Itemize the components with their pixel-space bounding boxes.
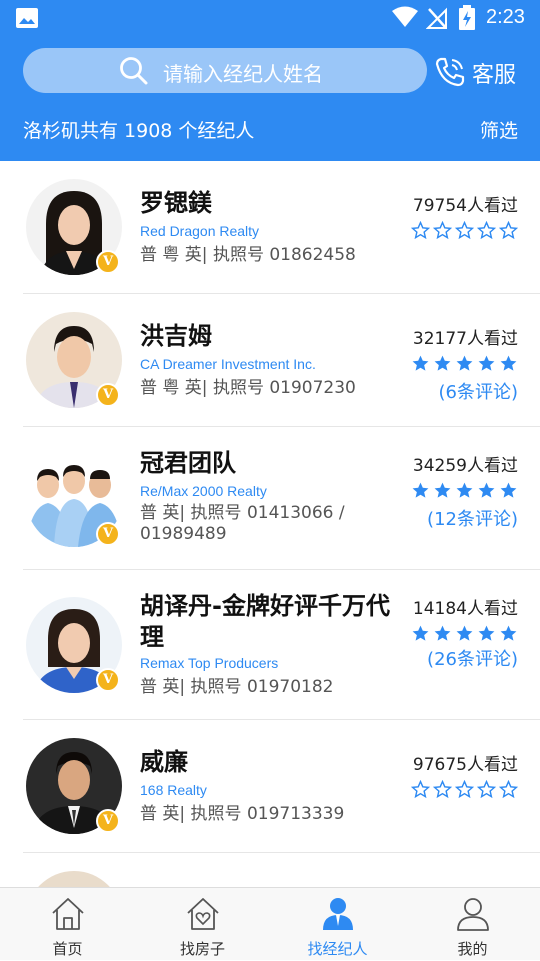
- star-icon: [411, 221, 430, 240]
- no-signal-icon: [426, 7, 447, 29]
- agent-row[interactable]: V 罗锶鎂 Red Dragon Realty 普 粤 英| 执照号 01862…: [23, 161, 540, 294]
- star-icon: [456, 355, 473, 371]
- service-label: 客服: [472, 63, 517, 88]
- search-placeholder: 请输入经纪人姓名: [163, 62, 323, 86]
- agent-company: CA Dreamer Investment Inc.: [140, 356, 316, 372]
- agent-name: 冠君团队: [140, 449, 236, 477]
- star-icon: [499, 780, 518, 799]
- agent-name: 罗锶鎂: [140, 189, 212, 217]
- star-icon: [433, 221, 452, 240]
- view-count: 32177人看过: [412, 329, 518, 349]
- review-count[interactable]: (6条评论): [439, 378, 519, 404]
- rating-stars: [411, 354, 518, 373]
- star-icon: [434, 482, 451, 498]
- customer-service-button[interactable]: 客服: [434, 55, 524, 89]
- status-time: 2:23: [486, 6, 525, 28]
- star-icon: [477, 221, 496, 240]
- star-icon: [455, 780, 474, 799]
- status-bar: 2:23: [0, 0, 540, 36]
- star-icon: [412, 625, 429, 641]
- rating-stars: [411, 481, 518, 500]
- agent-row[interactable]: V 洪吉姆 CA Dreamer Investment Inc. 普 粤 英| …: [23, 294, 540, 427]
- agent-license: 普 粤 英| 执照号 01907230: [140, 378, 356, 398]
- verified-badge: V: [96, 809, 120, 833]
- star-icon: [477, 780, 496, 799]
- agent-name: 威廉: [140, 748, 188, 776]
- star-icon: [478, 482, 495, 498]
- agent-company: Remax Top Producers: [140, 655, 279, 671]
- filter-button[interactable]: 筛选: [480, 116, 518, 143]
- star-icon: [455, 221, 474, 240]
- tab-profile[interactable]: 我的: [405, 888, 540, 961]
- agent-license: 普 英| 执照号 01970182: [140, 677, 334, 697]
- wifi-icon: [392, 6, 418, 27]
- search-input[interactable]: 请输入经纪人姓名: [23, 48, 427, 93]
- agent-license: 普 英| 执照号 01413066 / 01989489: [140, 503, 345, 544]
- agent-name: 洪吉姆: [140, 322, 212, 350]
- star-icon: [499, 221, 518, 240]
- rating-stars: [411, 624, 518, 643]
- star-icon: [456, 625, 473, 641]
- star-icon: [500, 482, 517, 498]
- star-icon: [500, 355, 517, 371]
- rating-stars: [411, 221, 518, 240]
- tab-find-house[interactable]: 找房子: [135, 888, 270, 961]
- search-icon: [120, 57, 148, 85]
- phone-icon: [435, 57, 465, 87]
- star-icon: [412, 355, 429, 371]
- agent-row[interactable]: V 冠君团队 Re/Max 2000 Realty 普 英| 执照号 01413…: [23, 427, 540, 570]
- star-icon: [478, 355, 495, 371]
- star-icon: [434, 625, 451, 641]
- verified-badge: V: [96, 668, 120, 692]
- view-count: 34259人看过: [412, 456, 518, 476]
- agent-company: Red Dragon Realty: [140, 223, 260, 239]
- view-count: 97675人看过: [412, 755, 518, 775]
- review-count[interactable]: (12条评论): [427, 505, 518, 531]
- tab-label: 首页: [52, 940, 83, 958]
- star-icon: [500, 625, 517, 641]
- star-icon: [478, 625, 495, 641]
- tab-label: 找房子: [179, 940, 225, 958]
- verified-badge: V: [96, 250, 120, 274]
- agent-row[interactable]: V 威廉 168 Realty 普 英| 执照号 019713339 97675…: [23, 720, 540, 853]
- star-icon: [434, 355, 451, 371]
- agent-company: Re/Max 2000 Realty: [140, 483, 267, 499]
- tab-home[interactable]: 首页: [0, 888, 135, 961]
- agent-license: 普 粤 英| 执照号 01862458: [140, 245, 356, 265]
- view-count: 79754人看过: [412, 196, 518, 216]
- profile-icon: [456, 898, 489, 931]
- battery-charging-icon: [459, 5, 475, 30]
- star-icon: [412, 482, 429, 498]
- rating-stars: [411, 780, 518, 799]
- agent-company: 168 Realty: [140, 782, 207, 798]
- agent-license: 普 英| 执照号 019713339: [140, 804, 345, 824]
- house-heart-icon: [186, 898, 219, 930]
- agent-icon: [322, 898, 353, 930]
- home-icon: [51, 898, 84, 930]
- agent-count: 洛杉矶共有 1908 个经纪人: [23, 120, 255, 142]
- tab-label: 我的: [457, 940, 488, 958]
- agent-row[interactable]: V 胡译丹-金牌好评千万代理 Remax Top Producers 普 英| …: [23, 570, 540, 720]
- star-icon: [433, 780, 452, 799]
- star-icon: [456, 482, 473, 498]
- verified-badge: V: [96, 522, 120, 546]
- agent-name: 胡译丹-金牌好评千万代理: [140, 592, 390, 651]
- review-count[interactable]: (26条评论): [427, 645, 518, 671]
- star-icon: [411, 780, 430, 799]
- header: 2:23 请输入经纪人姓名 客服 洛杉矶共有 1908 个经纪人 筛选: [0, 0, 540, 161]
- verified-badge: V: [96, 383, 120, 407]
- tab-label: 找经纪人: [307, 940, 368, 958]
- image-icon: [16, 8, 38, 28]
- tab-find-agent[interactable]: 找经纪人: [270, 888, 405, 961]
- agent-list: V 罗锶鎂 Red Dragon Realty 普 粤 英| 执照号 01862…: [0, 161, 540, 893]
- bottom-tab-bar: 首页 找房子 找经纪人 我的: [0, 887, 540, 960]
- view-count: 14184人看过: [412, 599, 518, 619]
